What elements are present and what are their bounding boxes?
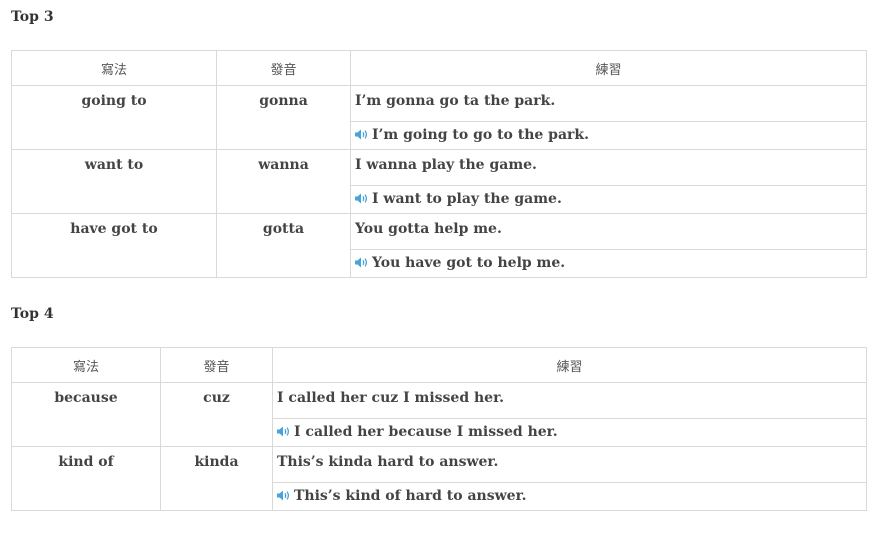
section-title-top3: Top 3 xyxy=(11,9,54,25)
pronunciation-cell: kinda xyxy=(160,446,273,511)
spelling-cell: because xyxy=(11,382,161,447)
pronunciation-cell: wanna xyxy=(216,149,351,214)
audio-example-cell: I’m going to go to the park. xyxy=(350,121,867,150)
audio-example-text: This’s kind of hard to answer. xyxy=(294,488,527,504)
speaker-icon[interactable] xyxy=(355,129,369,140)
audio-example-text: I’m going to go to the park. xyxy=(372,127,589,143)
table-row: want to wanna I wanna play the game. xyxy=(11,149,867,214)
phrase-table-top4: 寫法 發音 練習 because cuz I called her cuz I … xyxy=(11,347,867,511)
spelling-cell: want to xyxy=(11,149,217,214)
audio-example-cell: I want to play the game. xyxy=(350,185,867,214)
audio-example-text: I called her because I missed her. xyxy=(294,424,558,440)
table-row: have got to gotta You gotta help me. xyxy=(11,213,867,278)
audio-example-cell: You have got to help me. xyxy=(350,249,867,278)
speaker-icon[interactable] xyxy=(355,193,369,204)
section-title-top4: Top 4 xyxy=(11,306,54,322)
pronunciation-cell: gotta xyxy=(216,213,351,278)
example-cell: You gotta help me. xyxy=(350,213,867,250)
header-spelling: 寫法 xyxy=(11,50,217,86)
audio-example-cell: This’s kind of hard to answer. xyxy=(272,482,867,511)
speaker-icon[interactable] xyxy=(277,426,291,437)
audio-example-cell: I called her because I missed her. xyxy=(272,418,867,447)
audio-example-text: You have got to help me. xyxy=(372,255,566,271)
speaker-icon[interactable] xyxy=(355,257,369,268)
table-header-row: 寫法 發音 練習 xyxy=(11,347,867,383)
spelling-cell: have got to xyxy=(11,213,217,278)
pronunciation-cell: cuz xyxy=(160,382,273,447)
pronunciation-cell: gonna xyxy=(216,85,351,150)
audio-example-text: I want to play the game. xyxy=(372,191,562,207)
spelling-cell: kind of xyxy=(11,446,161,511)
table-row: kind of kinda This’s kinda hard to answe… xyxy=(11,446,867,511)
example-cell: I called her cuz I missed her. xyxy=(272,382,867,419)
example-cell: I wanna play the game. xyxy=(350,149,867,186)
example-cell: I’m gonna go ta the park. xyxy=(350,85,867,122)
header-pronunciation: 發音 xyxy=(216,50,351,86)
header-spelling: 寫法 xyxy=(11,347,161,383)
header-practice: 練習 xyxy=(272,347,867,383)
table-row: because cuz I called her cuz I missed he… xyxy=(11,382,867,447)
example-cell: This’s kinda hard to answer. xyxy=(272,446,867,483)
phrase-table-top3: 寫法 發音 練習 going to gonna I’m gonna go ta … xyxy=(11,50,867,278)
table-header-row: 寫法 發音 練習 xyxy=(11,50,867,86)
speaker-icon[interactable] xyxy=(277,490,291,501)
table-row: going to gonna I’m gonna go ta the park. xyxy=(11,85,867,150)
header-pronunciation: 發音 xyxy=(160,347,273,383)
spelling-cell: going to xyxy=(11,85,217,150)
header-practice: 練習 xyxy=(350,50,867,86)
